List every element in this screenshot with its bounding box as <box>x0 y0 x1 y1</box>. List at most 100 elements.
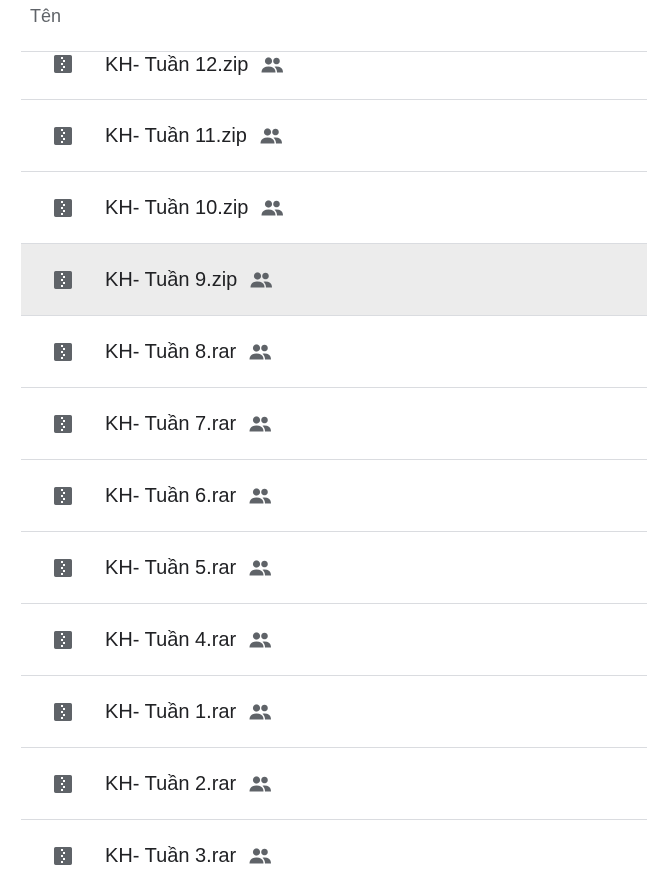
zipper-mark <box>63 138 65 140</box>
zipper-mark <box>63 426 65 428</box>
zipper-mark <box>63 282 65 284</box>
zipper-mark <box>61 573 63 575</box>
file-row[interactable]: KH- Tuần 11.zip <box>21 99 647 171</box>
zipper-mark <box>61 495 63 497</box>
file-row[interactable]: KH- Tuần 7.rar <box>21 387 647 459</box>
zipper-mark <box>61 777 63 779</box>
file-row[interactable]: KH- Tuần 10.zip <box>21 171 647 243</box>
zip-file-icon <box>54 199 72 217</box>
shared-people-icon <box>248 343 272 361</box>
file-name: KH- Tuần 3.rar <box>105 845 237 867</box>
zipper-mark <box>61 849 63 851</box>
zip-file-icon <box>54 559 72 577</box>
zipper-mark <box>61 489 63 491</box>
zipper-mark <box>63 570 65 572</box>
zipper-mark <box>63 354 65 356</box>
file-row[interactable]: KH- Tuần 6.rar <box>21 459 647 531</box>
zipper-mark <box>63 714 65 716</box>
zipper-mark <box>63 786 65 788</box>
zipper-mark <box>61 141 63 143</box>
file-name: KH- Tuần 10.zip <box>105 197 249 219</box>
file-name: KH- Tuần 1.rar <box>105 701 237 723</box>
zipper-mark <box>63 276 65 278</box>
zipper-mark <box>63 636 65 638</box>
zipper-mark <box>61 567 63 569</box>
zip-file-icon <box>54 271 72 289</box>
zip-file-icon <box>54 703 72 721</box>
zipper-mark <box>63 642 65 644</box>
zip-file-icon <box>54 343 72 361</box>
shared-people-icon <box>248 775 272 793</box>
zipper-mark <box>61 279 63 281</box>
zipper-mark <box>61 69 63 71</box>
file-row[interactable]: KH- Tuần 4.rar <box>21 603 647 675</box>
file-row[interactable]: KH- Tuần 3.rar <box>21 819 647 891</box>
shared-people-icon <box>248 559 272 577</box>
zipper-mark <box>63 132 65 134</box>
zipper-mark <box>63 564 65 566</box>
zip-file-icon <box>54 127 72 145</box>
file-row[interactable]: KH- Tuần 8.rar <box>21 315 647 387</box>
zipper-mark <box>63 210 65 212</box>
zipper-mark <box>61 417 63 419</box>
zipper-mark <box>61 711 63 713</box>
zipper-mark <box>61 855 63 857</box>
zipper-mark <box>63 858 65 860</box>
zip-file-icon <box>54 55 72 73</box>
file-name: KH- Tuần 8.rar <box>105 341 237 363</box>
zipper-mark <box>61 639 63 641</box>
zipper-mark <box>61 135 63 137</box>
file-name: KH- Tuần 12.zip <box>105 54 249 76</box>
shared-people-icon <box>248 415 272 433</box>
shared-people-icon <box>248 487 272 505</box>
zipper-mark <box>63 420 65 422</box>
zipper-mark <box>61 57 63 59</box>
zipper-mark <box>61 783 63 785</box>
zipper-mark <box>63 852 65 854</box>
zipper-mark <box>63 780 65 782</box>
file-name: KH- Tuần 11.zip <box>105 125 247 147</box>
name-column-header[interactable]: Tên <box>30 6 61 27</box>
file-list: KH- Tuần 12.zip KH- Tuần 11.zip KH- Tuần… <box>21 51 647 891</box>
shared-people-icon <box>260 199 284 217</box>
zipper-mark <box>63 708 65 710</box>
zipper-mark <box>61 345 63 347</box>
zipper-mark <box>61 645 63 647</box>
shared-people-icon <box>249 271 273 289</box>
zipper-mark <box>61 129 63 131</box>
file-row[interactable]: KH- Tuần 2.rar <box>21 747 647 819</box>
shared-people-icon <box>248 703 272 721</box>
shared-people-icon <box>248 631 272 649</box>
file-name: KH- Tuần 9.zip <box>105 269 238 291</box>
shared-people-icon <box>260 56 284 74</box>
zipper-mark <box>63 498 65 500</box>
zip-file-icon <box>54 847 72 865</box>
zipper-mark <box>61 207 63 209</box>
zipper-mark <box>61 789 63 791</box>
file-row-selected[interactable]: KH- Tuần 9.zip <box>21 243 647 315</box>
zipper-mark <box>61 705 63 707</box>
zipper-mark <box>61 861 63 863</box>
file-row[interactable]: KH- Tuần 5.rar <box>21 531 647 603</box>
zipper-mark <box>61 285 63 287</box>
zipper-mark <box>61 561 63 563</box>
zipper-mark <box>61 273 63 275</box>
zip-file-icon <box>54 631 72 649</box>
zipper-mark <box>61 501 63 503</box>
zipper-mark <box>63 60 65 62</box>
file-row[interactable]: KH- Tuần 12.zip <box>21 51 647 99</box>
zipper-mark <box>63 204 65 206</box>
zipper-mark <box>61 633 63 635</box>
zipper-mark <box>61 213 63 215</box>
zipper-mark <box>61 201 63 203</box>
zip-file-icon <box>54 487 72 505</box>
file-name: KH- Tuần 6.rar <box>105 485 237 507</box>
zipper-mark <box>63 348 65 350</box>
zip-file-icon <box>54 415 72 433</box>
file-row[interactable]: KH- Tuần 1.rar <box>21 675 647 747</box>
zipper-mark <box>61 429 63 431</box>
zipper-mark <box>61 717 63 719</box>
shared-people-icon <box>248 847 272 865</box>
zipper-mark <box>61 357 63 359</box>
zipper-mark <box>61 423 63 425</box>
